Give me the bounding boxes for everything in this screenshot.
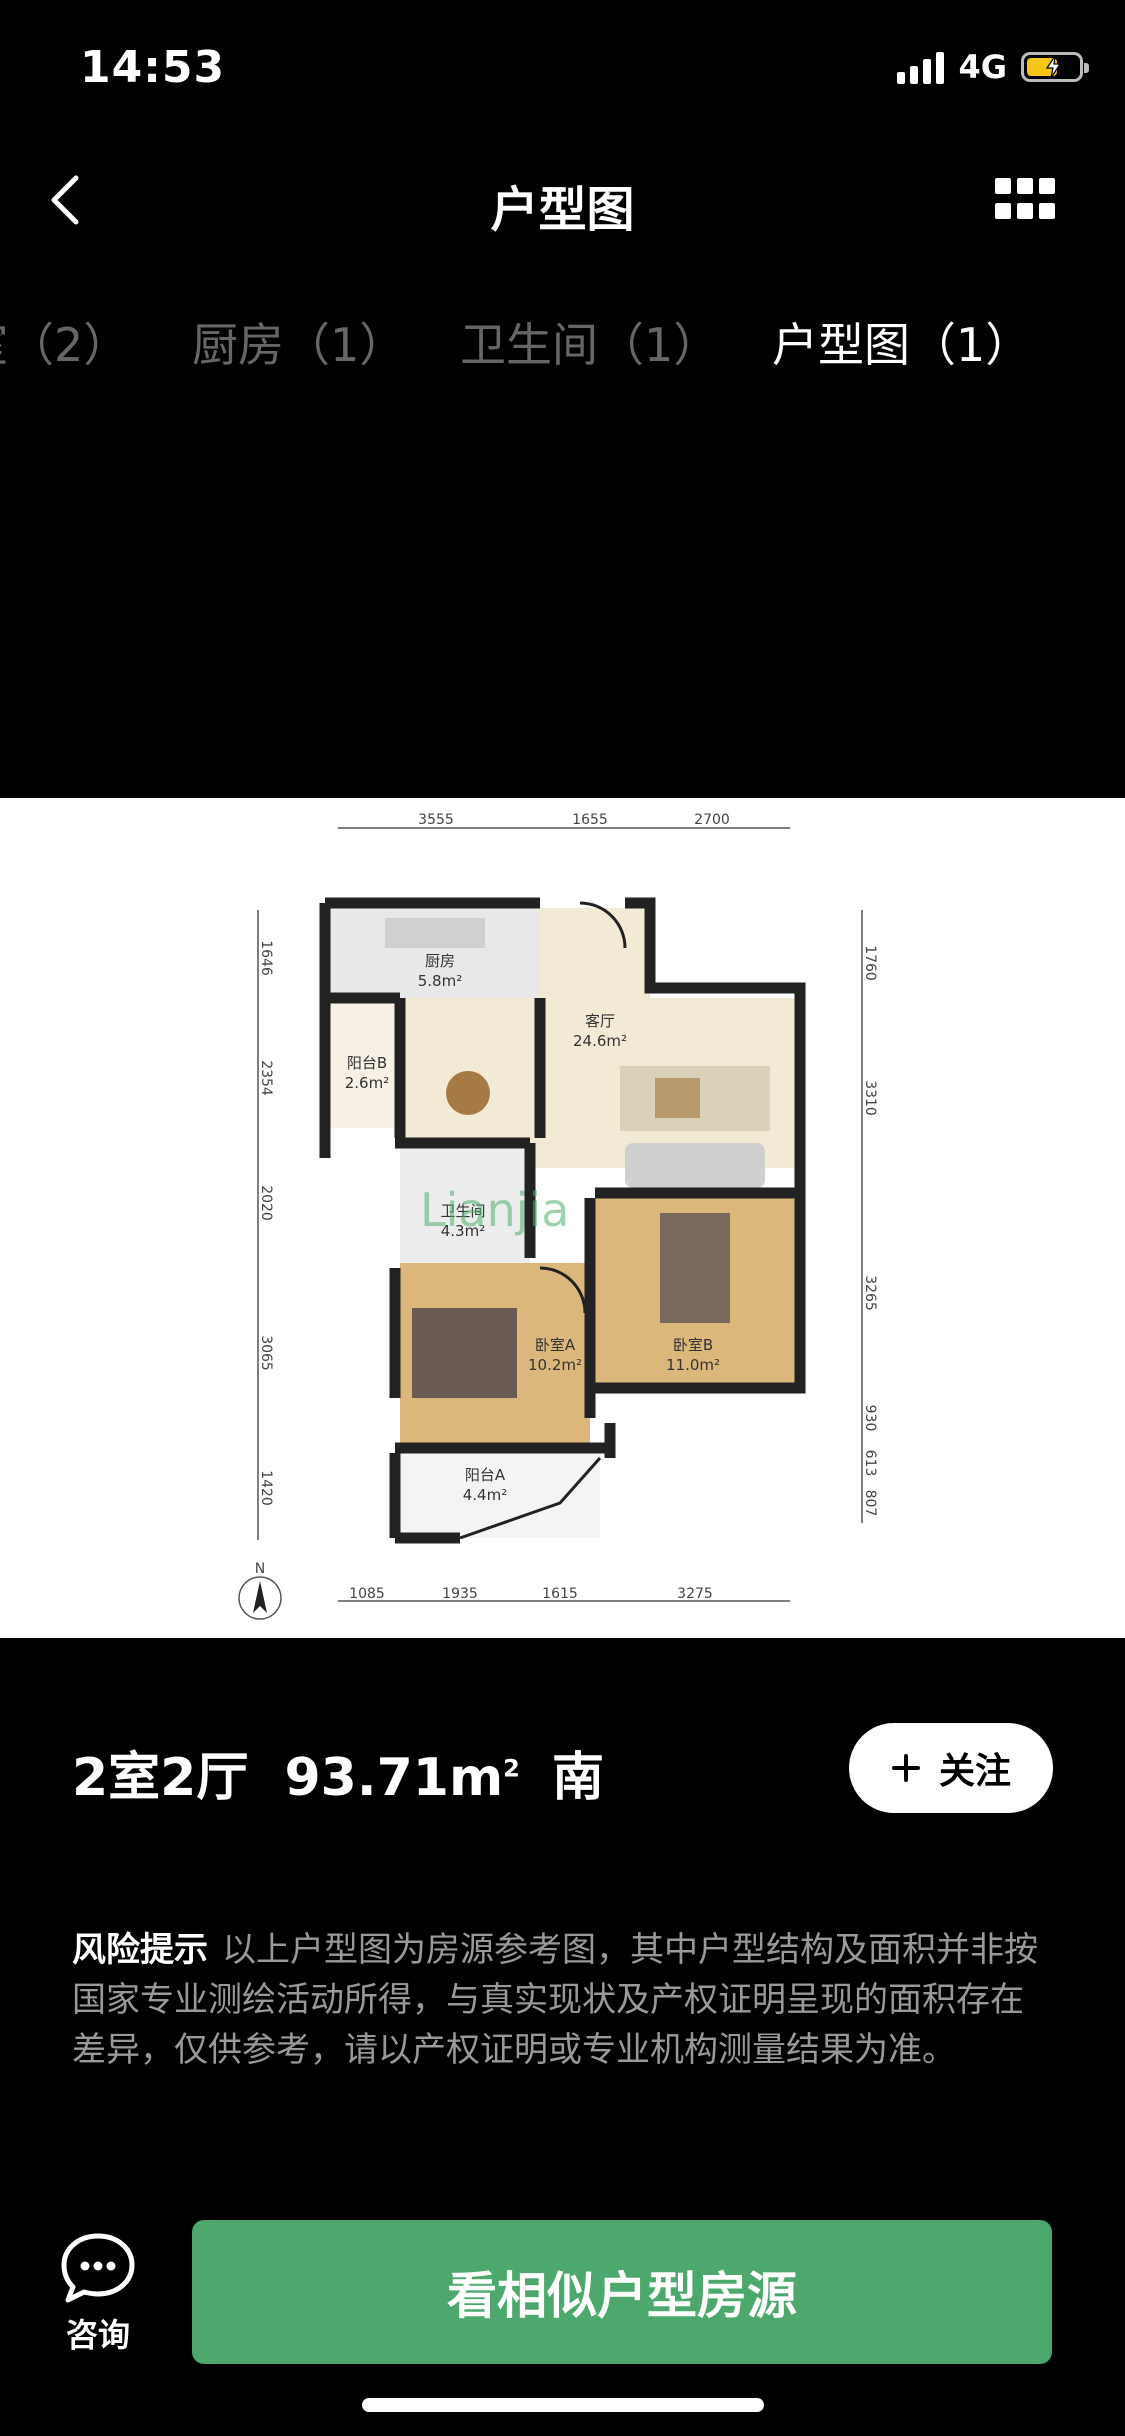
dim-left-4: 3065 [258, 1335, 274, 1371]
tab-kitchen[interactable]: 厨房（1） [192, 305, 405, 385]
page-title: 户型图 [490, 182, 635, 238]
room-kitchen-area: 5.8m² [418, 972, 462, 990]
dim-left-1: 1646 [258, 940, 274, 976]
room-bedroom-b-name: 卧室B [673, 1336, 713, 1354]
area-text: 93.71m2 [284, 1748, 520, 1808]
room-balcony-b-area: 2.6m² [345, 1074, 389, 1092]
status-time: 14:53 [80, 42, 226, 93]
signal-icon [897, 50, 945, 84]
plus-icon [891, 1754, 920, 1782]
dim-bottom-4: 3275 [677, 1586, 713, 1602]
layout-text: 2室2厅 [72, 1748, 249, 1808]
dim-bottom-1: 1085 [349, 1586, 385, 1602]
north-label: N [255, 1561, 265, 1577]
floorplan-image[interactable]: 3555 1655 2700 1085 1935 1615 3275 1646 … [0, 798, 1125, 1638]
room-living-area: 24.6m² [573, 1032, 627, 1050]
status-bar: 14:53 4G [0, 0, 1125, 130]
similar-listings-button[interactable]: 看相似户型房源 [192, 2220, 1052, 2364]
dim-right-3: 3265 [862, 1275, 878, 1311]
room-bedroom-a-area: 10.2m² [528, 1356, 582, 1374]
room-balcony-a-name: 阳台A [465, 1466, 506, 1484]
chat-bubble-icon [61, 2233, 135, 2303]
room-bedroom-b-area: 11.0m² [666, 1356, 720, 1374]
follow-button[interactable]: 关注 [849, 1723, 1053, 1813]
dim-right-1: 1760 [862, 945, 878, 981]
risk-notice: 风险提示 以上户型图为房源参考图，其中户型结构及面积并非按国家专业测绘活动所得，与… [72, 1925, 1057, 2075]
room-kitchen-name: 厨房 [425, 952, 455, 970]
dim-left-3: 2020 [258, 1185, 274, 1221]
dim-top-3: 2700 [694, 812, 730, 828]
tab-bedroom[interactable]: 室（2） [0, 305, 129, 385]
risk-text: 以上户型图为房源参考图，其中户型结构及面积并非按国家专业测绘活动所得，与真实现状… [72, 1930, 1038, 2070]
dim-right-2: 3310 [862, 1080, 878, 1116]
tab-bathroom[interactable]: 卫生间（1） [460, 305, 719, 385]
network-type: 4G [958, 48, 1007, 86]
orientation-text: 南 [551, 1748, 604, 1808]
room-bedroom-a-name: 卧室A [535, 1336, 576, 1354]
follow-label: 关注 [938, 1751, 1011, 1792]
north-arrow-icon: N [238, 1561, 282, 1620]
dim-left-2: 2354 [258, 1060, 274, 1096]
home-indicator [362, 2398, 764, 2412]
dim-top-1: 3555 [418, 812, 454, 828]
dim-bottom-3: 1615 [542, 1586, 578, 1602]
dim-top-2: 1655 [572, 812, 608, 828]
consult-button[interactable]: 咨询 [58, 2232, 138, 2356]
battery-icon [1021, 52, 1089, 82]
photo-category-tabs: 室（2） 厨房（1） 卫生间（1） 户型图（1） [0, 305, 1125, 385]
watermark-logo: Lianjia [420, 1183, 570, 1237]
risk-title: 风险提示 [72, 1930, 208, 1970]
dim-right-5: 613 [862, 1450, 878, 1477]
dim-right-6: 807 [862, 1490, 878, 1517]
grid-menu-button[interactable] [995, 178, 1055, 222]
dim-bottom-2: 1935 [442, 1586, 478, 1602]
status-indicators: 4G [897, 48, 1089, 86]
consult-label: 咨询 [65, 2316, 130, 2354]
tab-floorplan[interactable]: 户型图（1） [772, 305, 1031, 385]
dim-right-4: 930 [862, 1405, 878, 1432]
listing-summary: 2室2厅 93.71m2 南 [72, 1735, 604, 1810]
room-living-name: 客厅 [585, 1012, 615, 1030]
dim-left-5: 1420 [258, 1470, 274, 1506]
nav-bar: 户型图 [0, 150, 1125, 250]
room-balcony-a-area: 4.4m² [463, 1486, 507, 1504]
room-balcony-b-name: 阳台B [347, 1054, 387, 1072]
